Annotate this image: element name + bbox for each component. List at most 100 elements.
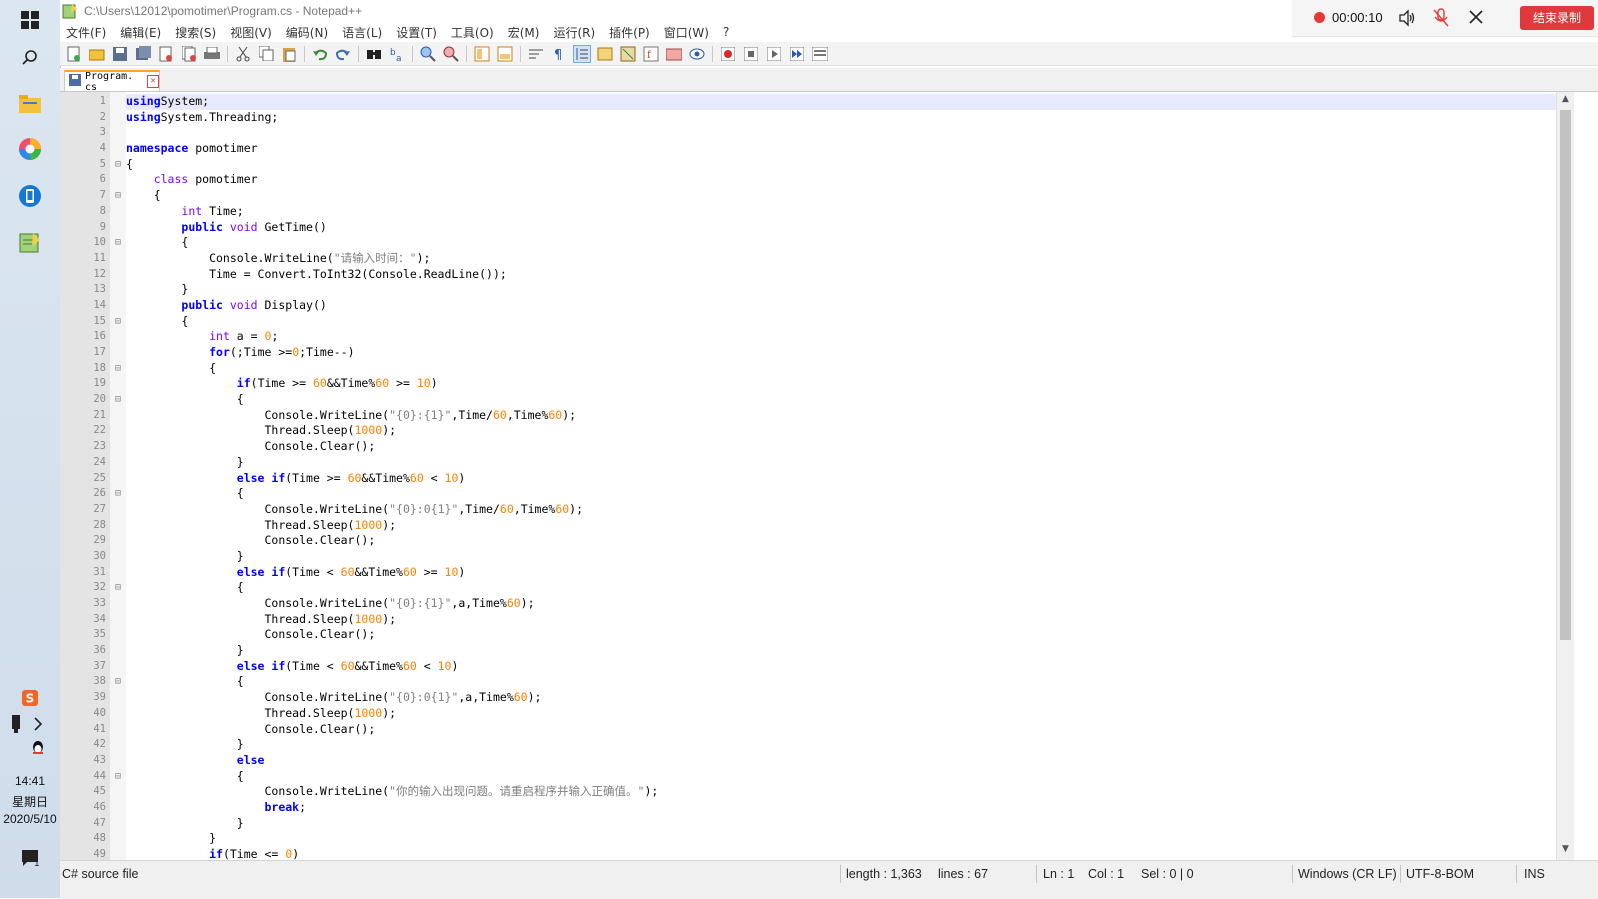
code-line[interactable]: 46 break; bbox=[93, 800, 1556, 816]
fold-marker-icon[interactable]: ⊟ bbox=[110, 157, 126, 173]
menu-tools[interactable]: 工具(O) bbox=[451, 24, 494, 41]
fold-marker-icon[interactable]: ⊟ bbox=[110, 361, 126, 377]
code-line[interactable]: 36 } bbox=[93, 643, 1556, 659]
code-line[interactable]: 17 for(;Time >=0;Time--) bbox=[93, 345, 1556, 361]
code-line[interactable]: 12 Time = Convert.ToInt32(Console.ReadLi… bbox=[93, 267, 1556, 283]
windows-start-icon[interactable] bbox=[14, 4, 46, 36]
code-line[interactable]: 32 ⊟ { bbox=[93, 580, 1556, 596]
notepad-plus-plus-icon[interactable] bbox=[14, 226, 46, 258]
fold-marker-icon[interactable]: ⊟ bbox=[110, 769, 126, 785]
sync-horizontal-icon[interactable] bbox=[497, 46, 513, 62]
code-line[interactable]: 20 ⊟ { bbox=[93, 392, 1556, 408]
search-icon[interactable] bbox=[14, 42, 46, 74]
code-line[interactable]: 14 public void Display() bbox=[93, 298, 1556, 314]
menu-plugins[interactable]: 插件(P) bbox=[609, 24, 650, 41]
fold-margin[interactable] bbox=[110, 92, 126, 860]
menu-encoding[interactable]: 编码(N) bbox=[286, 24, 328, 41]
code-area[interactable]: 1 usingSystem; 2 usingSystem.Threading; 3 4 na… bbox=[93, 94, 1556, 860]
play-macro-icon[interactable] bbox=[766, 46, 782, 62]
menu-language[interactable]: 语言(L) bbox=[342, 24, 382, 41]
code-line[interactable]: 11 Console.WriteLine("请输入时间："); bbox=[93, 251, 1556, 267]
menu-settings[interactable]: 设置(T) bbox=[396, 24, 437, 41]
tab-program-cs[interactable]: Program. cs ✕ bbox=[64, 70, 160, 93]
find-icon[interactable] bbox=[366, 46, 382, 62]
menu-file[interactable]: 文件(F) bbox=[66, 24, 106, 41]
scrollbar-thumb[interactable] bbox=[1560, 110, 1571, 640]
fold-marker-icon[interactable]: ⊟ bbox=[110, 314, 126, 330]
code-editor[interactable]: 1 usingSystem; 2 usingSystem.Threading; 3 4 na… bbox=[60, 92, 1598, 860]
menu-run[interactable]: 运行(R) bbox=[553, 24, 595, 41]
fold-marker-icon[interactable]: ⊟ bbox=[110, 188, 126, 204]
code-line[interactable]: 7 ⊟ { bbox=[100, 188, 1556, 204]
end-recording-button[interactable]: 结束录制 bbox=[1520, 6, 1594, 30]
code-line[interactable]: 47 } bbox=[93, 816, 1556, 832]
code-line[interactable]: 33 Console.WriteLine("{0}:{1}",a,Time%60… bbox=[93, 596, 1556, 612]
zoom-in-icon[interactable] bbox=[420, 46, 436, 62]
undo-icon[interactable] bbox=[312, 46, 328, 62]
save-macro-icon[interactable] bbox=[812, 46, 828, 62]
folder-workspace-icon[interactable] bbox=[666, 46, 682, 62]
code-line[interactable]: 19 if(Time >= 60&&Time%60 >= 10) bbox=[93, 376, 1556, 392]
monitoring-icon[interactable] bbox=[689, 46, 705, 62]
code-line[interactable]: 24 } bbox=[93, 455, 1556, 471]
code-line[interactable]: 26 ⊟ { bbox=[93, 486, 1556, 502]
replace-icon[interactable]: ba bbox=[389, 46, 405, 62]
run-macro-multiple-icon[interactable] bbox=[789, 46, 805, 62]
document-map-icon[interactable] bbox=[620, 46, 636, 62]
code-line[interactable]: 10 ⊟ { bbox=[93, 235, 1556, 251]
user-language-icon[interactable] bbox=[597, 46, 613, 62]
code-line[interactable]: 41 Console.Clear(); bbox=[93, 722, 1556, 738]
function-list-icon[interactable]: f bbox=[643, 46, 659, 62]
cut-icon[interactable] bbox=[235, 46, 251, 62]
code-line[interactable]: 35 Console.Clear(); bbox=[93, 627, 1556, 643]
save-all-icon[interactable] bbox=[135, 46, 151, 62]
code-line[interactable]: 48 } bbox=[93, 831, 1556, 847]
speaker-icon[interactable] bbox=[1398, 9, 1416, 31]
close-all-icon[interactable] bbox=[181, 45, 197, 62]
code-line[interactable]: 40 Thread.Sleep(1000); bbox=[93, 706, 1556, 722]
code-line[interactable]: 9 public void GetTime() bbox=[100, 220, 1556, 236]
menu-window[interactable]: 窗口(W) bbox=[664, 24, 709, 41]
code-line[interactable]: 34 Thread.Sleep(1000); bbox=[93, 612, 1556, 628]
code-line[interactable]: 1 usingSystem; bbox=[100, 94, 1556, 110]
new-file-icon[interactable] bbox=[66, 46, 82, 62]
paste-icon[interactable] bbox=[281, 46, 297, 62]
taskbar-weekday[interactable]: 星期日 bbox=[0, 793, 60, 810]
code-line[interactable]: 49 if(Time <= 0) bbox=[93, 847, 1556, 860]
taskbar-time[interactable]: 14:41 bbox=[0, 774, 60, 788]
phone-app-icon[interactable] bbox=[14, 180, 46, 212]
stop-macro-icon[interactable] bbox=[743, 46, 759, 62]
code-line[interactable]: 4 namespace pomotimer bbox=[100, 141, 1556, 157]
code-line[interactable]: 38 ⊟ { bbox=[93, 674, 1556, 690]
close-file-icon[interactable] bbox=[158, 46, 174, 62]
menu-macro[interactable]: 宏(M) bbox=[508, 24, 540, 41]
code-line[interactable]: 23 Console.Clear(); bbox=[93, 439, 1556, 455]
code-line[interactable]: 45 Console.WriteLine("你的输入出现问题。请重启程序并输入正… bbox=[93, 784, 1556, 800]
code-line[interactable]: 22 Thread.Sleep(1000); bbox=[93, 423, 1556, 439]
show-all-chars-icon[interactable]: ¶ bbox=[551, 46, 567, 62]
zoom-out-icon[interactable] bbox=[443, 46, 459, 62]
code-line[interactable]: 31 else if(Time < 60&&Time%60 >= 10) bbox=[93, 565, 1556, 581]
copy-icon[interactable] bbox=[258, 46, 274, 62]
print-icon[interactable] bbox=[204, 46, 220, 62]
notification-icon[interactable]: 1 bbox=[14, 842, 46, 874]
code-line[interactable]: 27 Console.WriteLine("{0}:0{1}",Time/60,… bbox=[93, 502, 1556, 518]
code-line[interactable]: 2 usingSystem.Threading; bbox=[100, 110, 1556, 126]
code-line[interactable]: 37 else if(Time < 60&&Time%60 < 10) bbox=[93, 659, 1556, 675]
code-line[interactable]: 6 class pomotimer bbox=[100, 172, 1556, 188]
redo-icon[interactable] bbox=[335, 46, 351, 62]
qq-icon[interactable] bbox=[28, 732, 48, 764]
menu-edit[interactable]: 编辑(E) bbox=[120, 24, 161, 41]
file-explorer-icon[interactable] bbox=[14, 88, 46, 120]
code-line[interactable]: 39 Console.WriteLine("{0}:0{1}",a,Time%6… bbox=[93, 690, 1556, 706]
record-macro-icon[interactable] bbox=[720, 46, 736, 62]
code-line[interactable]: 3 bbox=[100, 125, 1556, 141]
code-line[interactable]: 43 else bbox=[93, 753, 1556, 769]
code-line[interactable]: 29 Console.Clear(); bbox=[93, 533, 1556, 549]
code-line[interactable]: 28 Thread.Sleep(1000); bbox=[93, 518, 1556, 534]
fold-marker-icon[interactable]: ⊟ bbox=[110, 235, 126, 251]
scroll-up-icon[interactable]: ▲ bbox=[1560, 94, 1571, 106]
indent-guide-icon[interactable] bbox=[573, 44, 591, 63]
close-tab-icon[interactable]: ✕ bbox=[147, 75, 159, 88]
code-line[interactable]: 44 ⊟ { bbox=[93, 769, 1556, 785]
